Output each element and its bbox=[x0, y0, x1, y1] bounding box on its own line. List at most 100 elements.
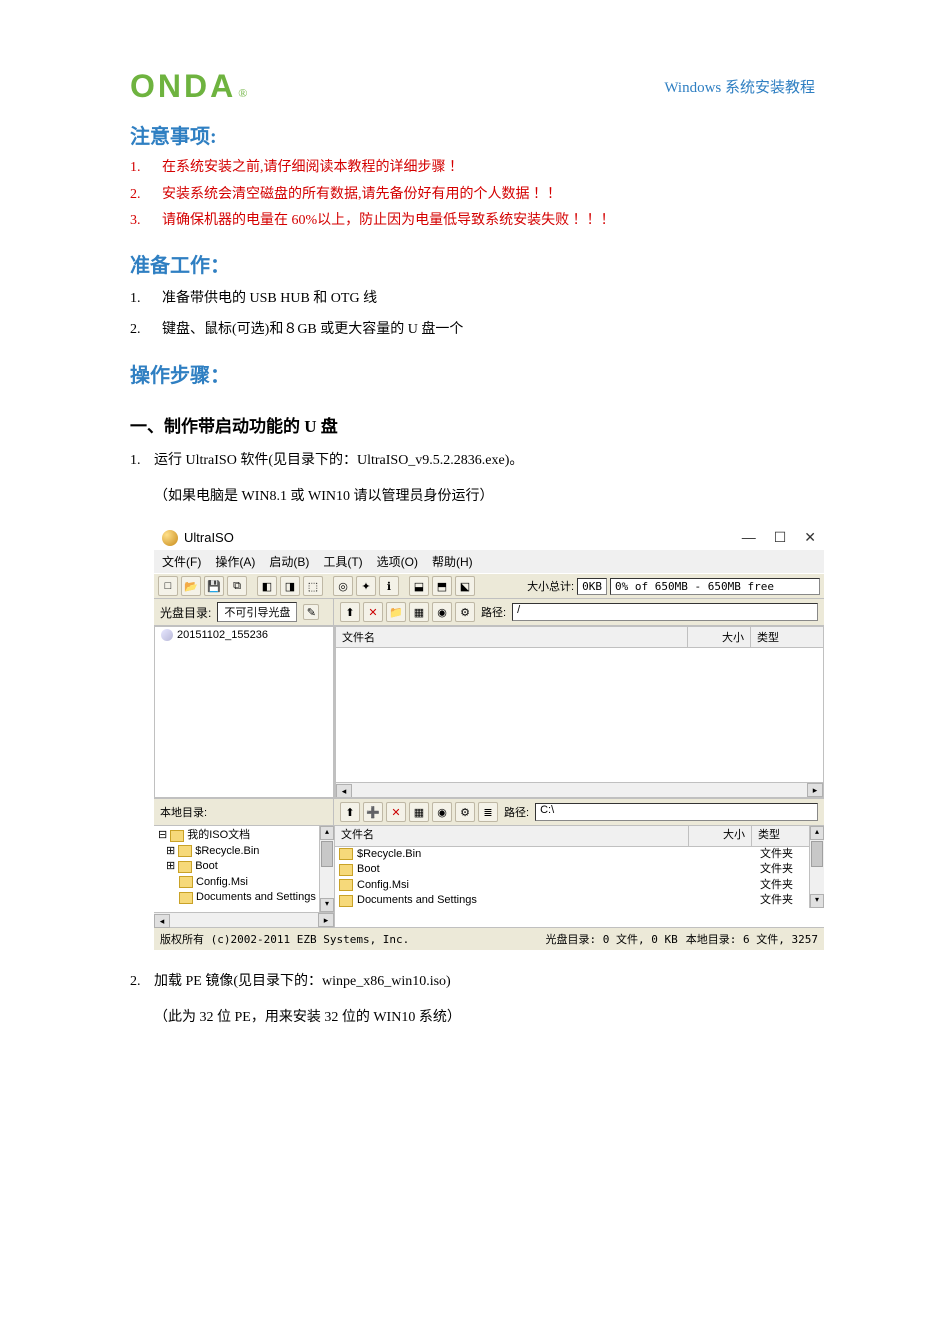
ultraiso-window: UltraISO — ☐ ✕ 文件(F) 操作(A) 启动(B) 工具(T) 选… bbox=[154, 525, 824, 950]
tb-5-icon[interactable]: ◧ bbox=[257, 576, 277, 596]
tb-r6-icon[interactable]: ⚙ bbox=[455, 602, 475, 622]
warn-num-3: 3. bbox=[130, 208, 162, 235]
scroll-left-icon[interactable]: ◂ bbox=[336, 784, 352, 798]
menu-action[interactable]: 操作(A) bbox=[215, 553, 255, 570]
new-folder-icon[interactable]: 📁 bbox=[386, 602, 406, 622]
step1-1-note: （如果电脑是 WIN8.1 或 WIN10 请以管理员身份运行） bbox=[154, 483, 815, 511]
col-size-top[interactable]: 大小 bbox=[688, 627, 751, 647]
step-num-1: 1. bbox=[130, 447, 154, 475]
tb-11-icon[interactable]: ⬓ bbox=[409, 576, 429, 596]
tree-item-2[interactable]: Boot bbox=[195, 859, 218, 874]
menu-help[interactable]: 帮助(H) bbox=[432, 553, 473, 570]
tb-12-icon[interactable]: ⬒ bbox=[432, 576, 452, 596]
main-toolbar: □ 📂 💾 ⧉ ◧ ◨ ⬚ ◎ ✦ ℹ ⬓ ⬒ ⬕ 大小总计: 0KB 0% o… bbox=[154, 573, 824, 599]
steps-heading: 操作步骤： bbox=[130, 359, 815, 388]
tb-r4-icon[interactable]: ▦ bbox=[409, 602, 429, 622]
delete-icon[interactable]: ✕ bbox=[363, 602, 383, 622]
scroll-up-icon[interactable]: ▴ bbox=[320, 826, 334, 840]
warn-num-2: 2. bbox=[130, 182, 162, 209]
scroll-right-icon[interactable]: ▸ bbox=[318, 913, 334, 927]
tree-item-1[interactable]: $Recycle.Bin bbox=[195, 844, 259, 859]
close-button[interactable]: ✕ bbox=[804, 529, 816, 546]
path-value-top[interactable]: / bbox=[512, 603, 818, 621]
size-free: 0% of 650MB - 650MB free bbox=[610, 578, 820, 595]
prep-heading: 准备工作： bbox=[130, 249, 815, 278]
folder-icon bbox=[339, 879, 353, 891]
status-disc: 光盘目录: 0 文件, 0 KB bbox=[546, 931, 678, 947]
doc-title: Windows 系统安装教程 bbox=[664, 76, 815, 97]
tb-9-icon[interactable]: ✦ bbox=[356, 576, 376, 596]
saveas-icon[interactable]: ⧉ bbox=[227, 576, 247, 596]
scroll-thumb[interactable] bbox=[321, 841, 333, 867]
local-tree-pane[interactable]: ⊟我的ISO文档 ⊞$Recycle.Bin ⊞Boot Config.Msi … bbox=[154, 826, 334, 912]
tree-vscroll[interactable]: ▴ ▾ bbox=[319, 826, 334, 912]
tb-6-icon[interactable]: ◨ bbox=[280, 576, 300, 596]
folder-icon bbox=[179, 892, 193, 904]
local-file-pane[interactable]: 文件名 大小 类型 $Recycle.Bin文件夹 Boot文件夹 Config… bbox=[335, 826, 824, 908]
save-icon[interactable]: 💾 bbox=[204, 576, 224, 596]
maximize-button[interactable]: ☐ bbox=[774, 529, 787, 546]
col-type-top[interactable]: 类型 bbox=[751, 627, 823, 647]
tb-b5-icon[interactable]: ◉ bbox=[432, 802, 452, 822]
scroll-up-icon[interactable]: ▴ bbox=[810, 826, 824, 840]
disc-label-value[interactable]: 不可引导光盘 bbox=[217, 602, 297, 622]
app-icon bbox=[162, 530, 178, 546]
up-folder-icon[interactable]: ⬆ bbox=[340, 602, 360, 622]
tree-item-3[interactable]: Config.Msi bbox=[196, 875, 248, 890]
scroll-thumb[interactable] bbox=[811, 841, 823, 867]
col-name-bot[interactable]: 文件名 bbox=[335, 826, 689, 845]
scroll-down-icon[interactable]: ▾ bbox=[810, 894, 824, 908]
prep-list: 1.准备带供电的 USB HUB 和 OTG 线 2.键盘、鼠标(可选)和８GB… bbox=[130, 284, 815, 346]
tree-expand-icon[interactable]: ⊞ bbox=[166, 844, 175, 859]
tb-b4-icon[interactable]: ▦ bbox=[409, 802, 429, 822]
list-item[interactable]: Documents and Settings文件夹 bbox=[335, 893, 824, 908]
up-folder2-icon[interactable]: ⬆ bbox=[340, 802, 360, 822]
add-icon[interactable]: ➕ bbox=[363, 802, 383, 822]
tb-r5-icon[interactable]: ◉ bbox=[432, 602, 452, 622]
menu-boot[interactable]: 启动(B) bbox=[269, 553, 309, 570]
warning-3: 请确保机器的电量在 60%以上，防止因为电量低导致系统安装失败 ！！！ bbox=[162, 208, 615, 235]
folder-icon bbox=[339, 864, 353, 876]
list-item[interactable]: $Recycle.Bin文件夹 bbox=[335, 847, 824, 862]
warnings-list: 1.在系统安装之前,请仔细阅读本教程的详细步骤 ！ 2.安装系统会清空磁盘的所有… bbox=[130, 155, 815, 235]
hscroll-top[interactable]: ◂ ▸ bbox=[336, 782, 823, 797]
scroll-left-icon[interactable]: ◂ bbox=[154, 914, 170, 928]
open-icon[interactable]: 📂 bbox=[181, 576, 201, 596]
tree-root[interactable]: 我的ISO文档 bbox=[187, 828, 250, 843]
scroll-down-icon[interactable]: ▾ bbox=[320, 898, 334, 912]
tb-b6-icon[interactable]: ⚙ bbox=[455, 802, 475, 822]
tb-7-icon[interactable]: ⬚ bbox=[303, 576, 323, 596]
scroll-right-icon[interactable]: ▸ bbox=[807, 783, 823, 797]
tb-13-icon[interactable]: ⬕ bbox=[455, 576, 475, 596]
path-value-bottom[interactable]: C:\ bbox=[535, 803, 818, 821]
prep-2: 键盘、鼠标(可选)和８GB 或更大容量的 U 盘一个 bbox=[162, 315, 463, 346]
prep-1: 准备带供电的 USB HUB 和 OTG 线 bbox=[162, 284, 377, 315]
disc-tree-item[interactable]: 20151102_155236 bbox=[177, 629, 268, 641]
delete2-icon[interactable]: ✕ bbox=[386, 802, 406, 822]
tb-8-icon[interactable]: ◎ bbox=[333, 576, 353, 596]
tb-b7-icon[interactable]: ≣ bbox=[478, 802, 498, 822]
list-item[interactable]: Config.Msi文件夹 bbox=[335, 878, 824, 893]
menu-options[interactable]: 选项(O) bbox=[377, 553, 418, 570]
tb-10-icon[interactable]: ℹ bbox=[379, 576, 399, 596]
minimize-button[interactable]: — bbox=[742, 529, 756, 546]
col-size-bot[interactable]: 大小 bbox=[689, 826, 752, 845]
folder-icon bbox=[339, 895, 353, 907]
file-vscroll[interactable]: ▴ ▾ bbox=[809, 826, 824, 908]
titlebar: UltraISO — ☐ ✕ bbox=[154, 525, 824, 550]
list-item[interactable]: Boot文件夹 bbox=[335, 862, 824, 877]
new-icon[interactable]: □ bbox=[158, 576, 178, 596]
col-name-top[interactable]: 文件名 bbox=[336, 627, 688, 647]
page-header: ONDA ® Windows 系统安装教程 bbox=[130, 70, 815, 102]
disc-tree-pane[interactable]: 20151102_155236 bbox=[154, 626, 334, 798]
menu-tools[interactable]: 工具(T) bbox=[323, 553, 362, 570]
step-num-2: 2. bbox=[130, 968, 154, 996]
folder-icon bbox=[339, 848, 353, 860]
tree-hscroll[interactable]: ◂ ▸ bbox=[154, 912, 334, 927]
tree-item-4[interactable]: Documents and Settings bbox=[196, 890, 316, 905]
menu-file[interactable]: 文件(F) bbox=[162, 553, 201, 570]
disc-file-pane[interactable]: 文件名 大小 类型 ◂ ▸ bbox=[335, 626, 824, 798]
disc-label-icon[interactable]: ✎ bbox=[303, 604, 319, 620]
tree-expand-icon[interactable]: ⊞ bbox=[166, 859, 175, 874]
tree-expand-icon[interactable]: ⊟ bbox=[158, 828, 167, 843]
